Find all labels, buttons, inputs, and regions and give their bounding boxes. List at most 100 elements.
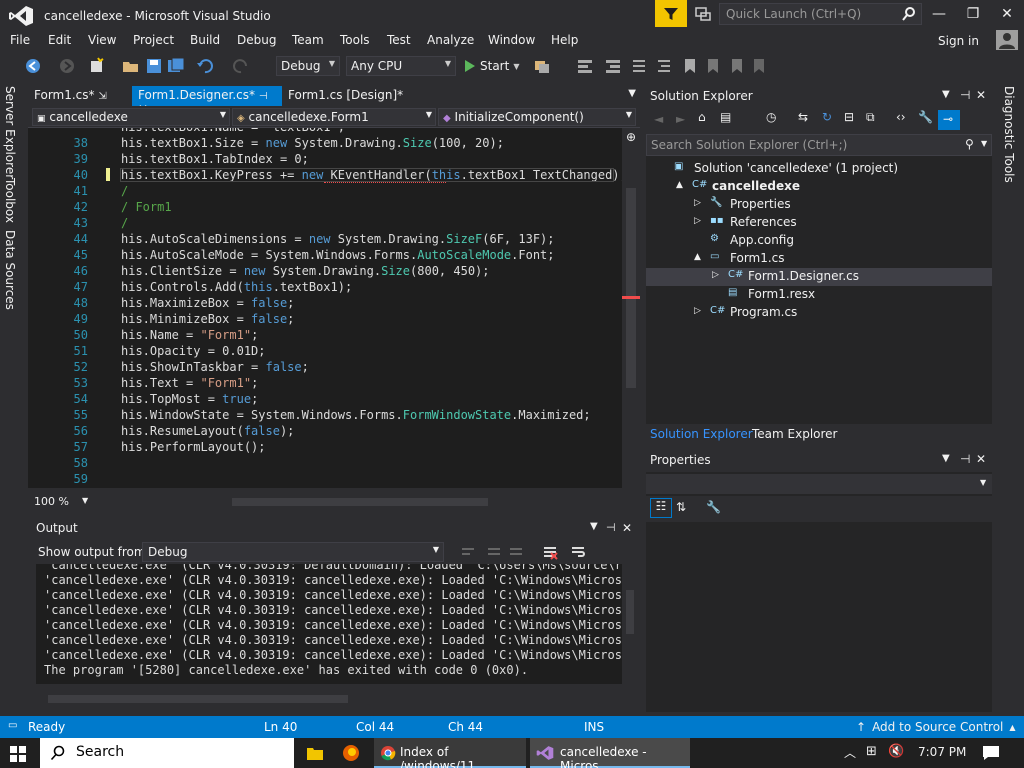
forward-icon[interactable]: [58, 57, 76, 75]
tab-team-explorer[interactable]: Team Explorer: [752, 427, 838, 441]
tree-item[interactable]: ▲ C# cancelledexe: [646, 178, 992, 196]
undo-icon[interactable]: [196, 57, 214, 75]
collapsed-arrow-icon[interactable]: ▷: [694, 216, 701, 226]
tab-form1-designer-cs[interactable]: Form1.Designer.cs* ⊣ ✕: [132, 86, 282, 116]
dropdown-icon[interactable]: ▼: [942, 453, 950, 464]
step-into-icon[interactable]: [604, 57, 622, 75]
minimize-button[interactable]: —: [922, 0, 956, 28]
output-source-select[interactable]: Debug ▼: [142, 542, 444, 562]
pin-icon[interactable]: ⊣: [960, 88, 970, 102]
scroll-thumb[interactable]: [48, 695, 348, 703]
pin-icon[interactable]: ⊣: [259, 91, 268, 102]
notifications-icon[interactable]: [982, 745, 1000, 761]
menu-window[interactable]: Window: [488, 33, 535, 47]
pin-icon[interactable]: ⊣: [960, 452, 970, 466]
solution-configuration-select[interactable]: Debug ▼: [276, 56, 340, 76]
property-pages-icon[interactable]: 🔧: [706, 500, 721, 514]
tree-item[interactable]: ▣ Solution 'cancelledexe' (1 project): [646, 160, 992, 178]
chevron-up-icon[interactable]: ︿: [844, 744, 856, 761]
collapsed-arrow-icon[interactable]: ▷: [694, 306, 701, 316]
tree-item[interactable]: ▷ 🔧 Properties: [646, 196, 992, 214]
tree-item[interactable]: ▤ Form1.resx: [646, 286, 992, 304]
preview-selected-button[interactable]: ⊸: [938, 110, 960, 130]
menu-file[interactable]: File: [10, 33, 30, 47]
solution-platform-select[interactable]: Any CPU ▼: [346, 56, 456, 76]
feedback-icon[interactable]: [694, 5, 712, 23]
chevron-down-icon[interactable]: ▼: [981, 139, 987, 148]
find-message-icon[interactable]: [460, 544, 476, 560]
close-icon[interactable]: ✕: [622, 521, 632, 535]
quick-launch-input[interactable]: Quick Launch (Ctrl+Q): [719, 3, 922, 25]
tree-item[interactable]: ▷ C# Program.cs: [646, 304, 992, 322]
network-icon[interactable]: ⊞: [866, 744, 877, 759]
home-icon[interactable]: ⌂: [698, 110, 706, 124]
start-debugging-button[interactable]: Start ▼: [464, 56, 519, 76]
project-dropdown[interactable]: ▣ cancelledexe ▼: [32, 108, 230, 126]
taskbar-app-visual-studio[interactable]: cancelledexe - Micros...: [530, 738, 690, 768]
output-horizontal-scrollbar[interactable]: [36, 692, 622, 706]
scroll-thumb[interactable]: [626, 188, 636, 388]
scroll-thumb[interactable]: [626, 590, 634, 634]
class-dropdown[interactable]: ◈ cancelledexe.Form1 ▼: [232, 108, 436, 126]
menu-tools[interactable]: Tools: [340, 33, 370, 47]
clear-all-icon[interactable]: [542, 544, 558, 560]
switch-views-icon[interactable]: ▤: [720, 110, 731, 124]
tab-form1-design[interactable]: Form1.cs [Design]*: [282, 86, 412, 106]
format-right-icon[interactable]: [655, 57, 673, 75]
add-to-source-control-button[interactable]: ↑ Add to Source Control ▲: [856, 716, 1016, 738]
save-all-icon[interactable]: [167, 57, 185, 75]
tab-form1-cs[interactable]: Form1.cs* ⇲: [28, 86, 128, 106]
taskbar-clock[interactable]: 7:07 PM: [918, 745, 966, 759]
editor-vertical-scrollbar[interactable]: ⊕: [622, 128, 640, 488]
next-message-icon[interactable]: [508, 544, 524, 560]
save-icon[interactable]: [145, 57, 163, 75]
clear-bookmarks-icon[interactable]: [750, 57, 768, 75]
format-left-icon[interactable]: [630, 57, 648, 75]
pin-icon[interactable]: ⇲: [98, 91, 106, 102]
menu-team[interactable]: Team: [292, 33, 324, 47]
categorized-icon[interactable]: ☷: [650, 498, 672, 518]
output-vertical-scrollbar[interactable]: [622, 564, 638, 684]
properties-wrench-icon[interactable]: 🔧: [918, 110, 933, 124]
step-over-icon[interactable]: [576, 57, 594, 75]
back-icon[interactable]: ◄: [654, 112, 663, 126]
open-folder-icon[interactable]: [122, 57, 140, 75]
new-project-icon[interactable]: [88, 57, 106, 75]
notifications-filter-button[interactable]: [655, 0, 687, 27]
firefox-icon[interactable]: [342, 744, 360, 762]
tree-item[interactable]: ▲ ▭ Form1.cs: [646, 250, 992, 268]
horizontal-scrollbar[interactable]: [104, 494, 620, 510]
expanded-arrow-icon[interactable]: ▲: [676, 180, 683, 190]
collapsed-arrow-icon[interactable]: ▷: [694, 198, 701, 208]
close-icon[interactable]: ✕: [976, 452, 986, 466]
forward-icon[interactable]: ►: [676, 112, 685, 126]
menu-build[interactable]: Build: [190, 33, 220, 47]
menu-project[interactable]: Project: [133, 33, 174, 47]
sync-icon[interactable]: ⇆: [798, 110, 808, 124]
bookmark-next-icon[interactable]: [728, 57, 746, 75]
solution-explorer-search[interactable]: Search Solution Explorer (Ctrl+;) ⚲ ▼: [646, 134, 992, 156]
pin-icon[interactable]: ⊣: [606, 521, 616, 534]
dropdown-icon[interactable]: ▼: [942, 89, 950, 100]
tab-solution-explorer[interactable]: Solution Explorer: [650, 427, 753, 441]
output-text-area[interactable]: 'cancelledexe.exe' (CLR v4.0.30319: Defa…: [36, 564, 622, 684]
server-explorer-tab[interactable]: Server Explorer: [3, 86, 17, 179]
show-all-files-icon[interactable]: ⧉: [866, 110, 875, 125]
word-wrap-icon[interactable]: [570, 544, 586, 560]
refresh-icon[interactable]: ↻: [822, 110, 832, 124]
bookmark-icon[interactable]: [681, 57, 699, 75]
scroll-thumb[interactable]: [232, 498, 488, 506]
windows-start-icon[interactable]: [10, 746, 26, 762]
taskbar-search-box[interactable]: Search: [40, 738, 294, 768]
back-icon[interactable]: [24, 57, 42, 75]
tab-overflow-icon[interactable]: ▼: [628, 88, 636, 99]
volume-muted-icon[interactable]: 🔇: [888, 744, 904, 759]
properties-object-select[interactable]: ▼: [646, 474, 992, 494]
close-button[interactable]: ✕: [990, 0, 1024, 28]
pending-changes-icon[interactable]: ◷: [766, 110, 776, 124]
menu-edit[interactable]: Edit: [48, 33, 71, 47]
expanded-arrow-icon[interactable]: ▲: [694, 252, 701, 262]
menu-debug[interactable]: Debug: [237, 33, 276, 47]
menu-help[interactable]: Help: [551, 33, 578, 47]
browser-link-icon[interactable]: [533, 57, 551, 75]
